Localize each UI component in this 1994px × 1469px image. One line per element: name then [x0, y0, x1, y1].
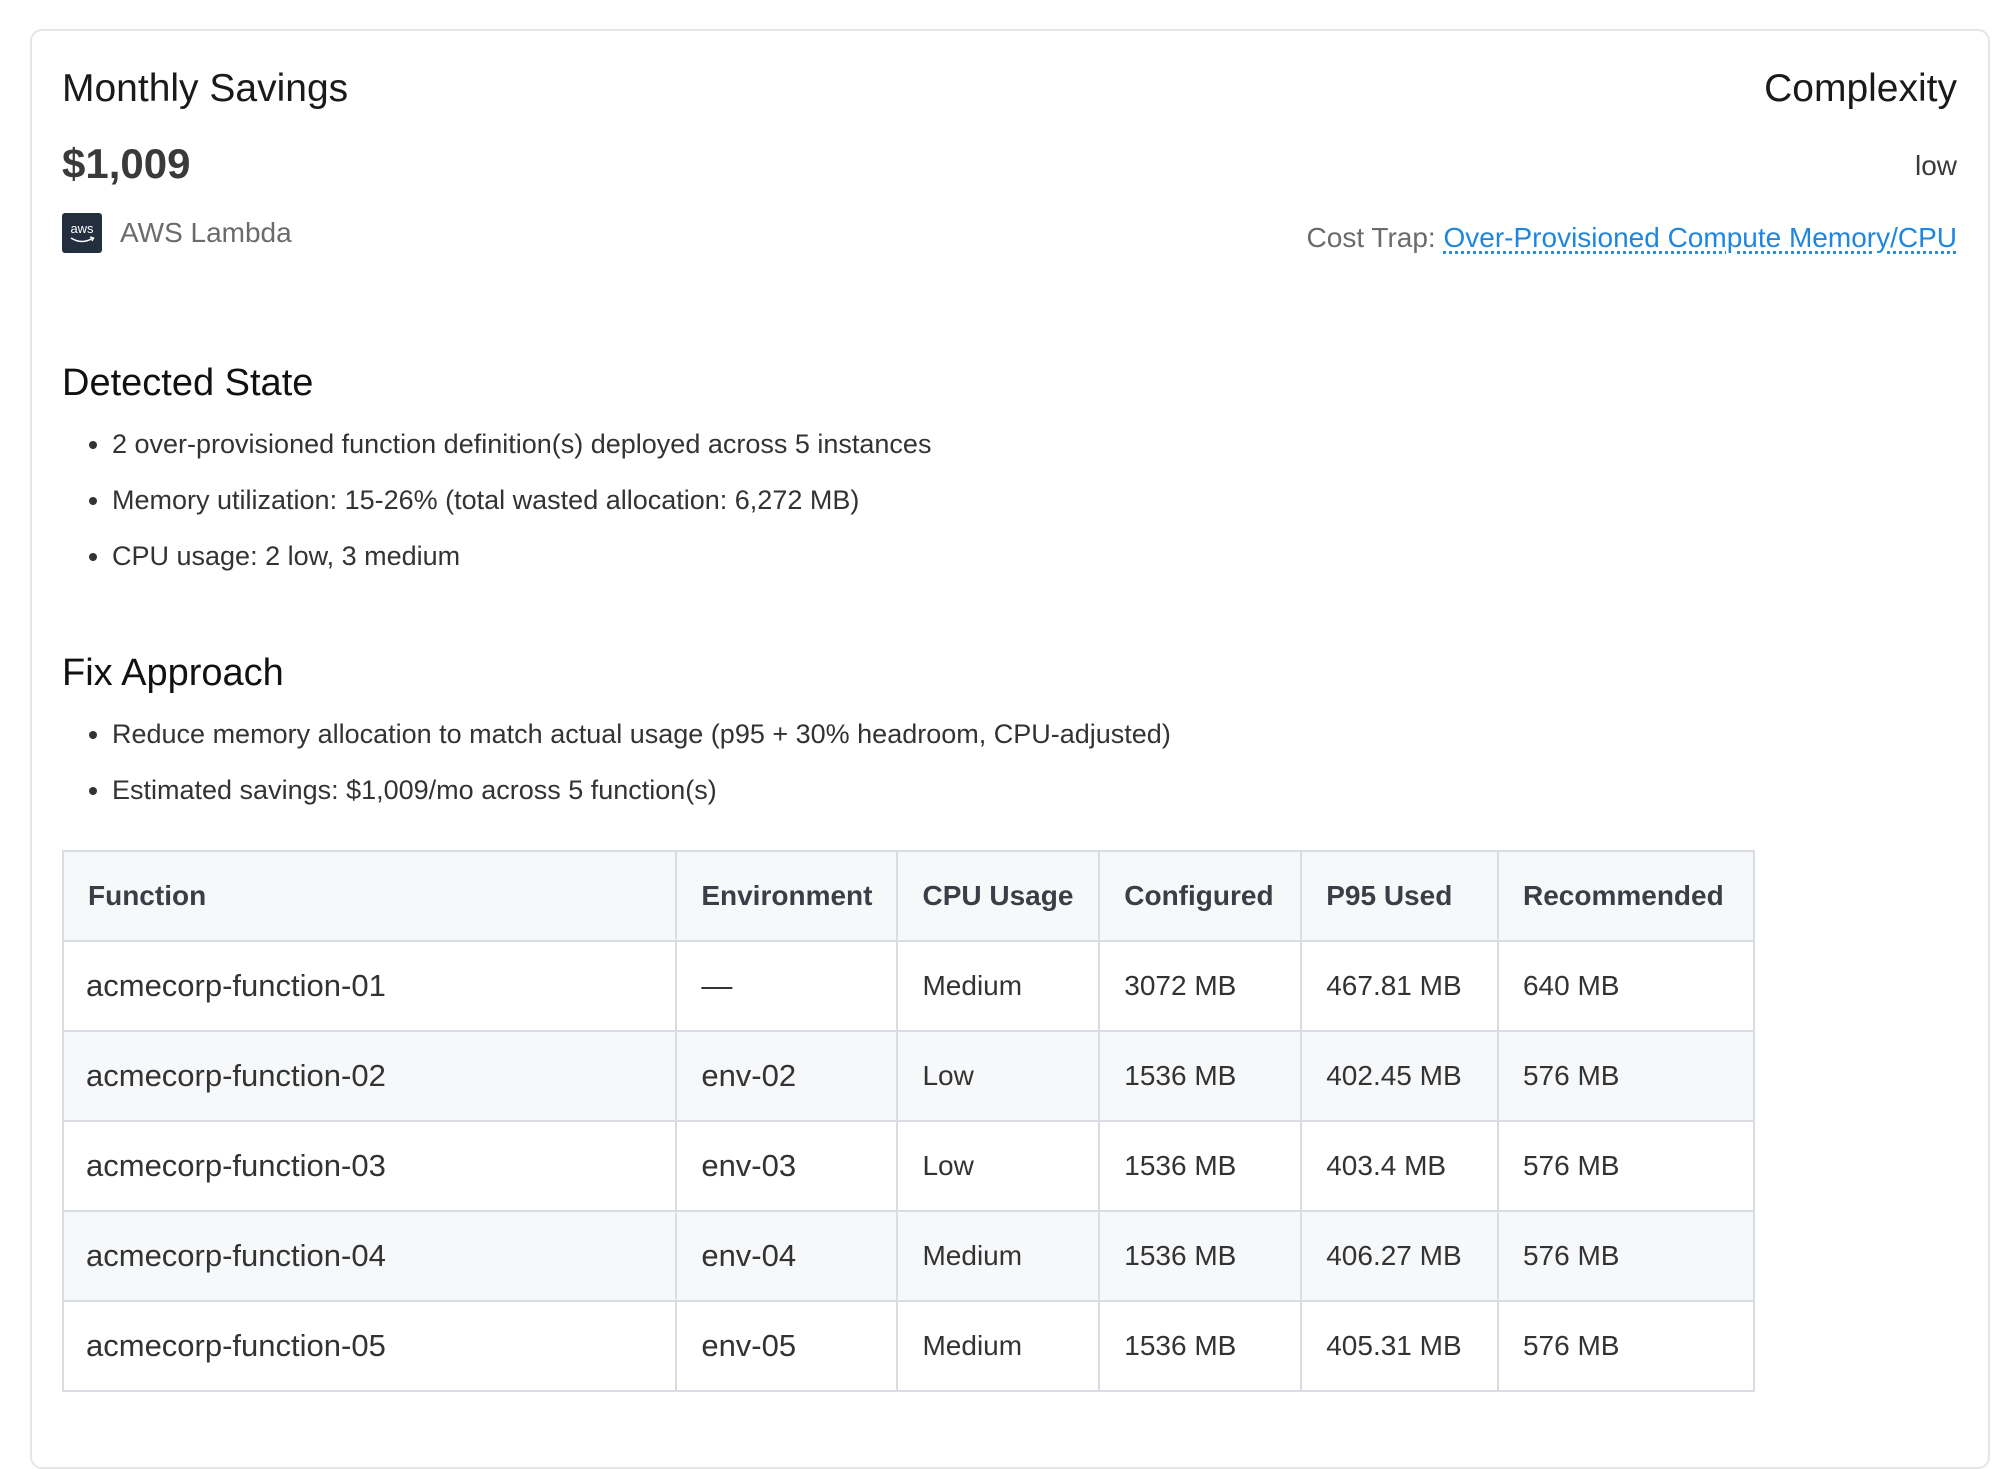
table-row: acmecorp-function-03 env-03 Low 1536 MB … [61, 1120, 1756, 1212]
column-header-function: Function [61, 850, 678, 942]
configured-cell: 1536 MB [1098, 1120, 1303, 1212]
list-item: Memory utilization: 15-26% (total wasted… [112, 472, 931, 528]
table-row: acmecorp-function-05 env-05 Medium 1536 … [61, 1300, 1756, 1392]
table-header-row: Function Environment CPU Usage Configure… [61, 850, 1756, 942]
p95-used-cell: 402.45 MB [1300, 1030, 1499, 1122]
list-item: Reduce memory allocation to match actual… [112, 706, 1171, 762]
p95-used-cell: 406.27 MB [1300, 1210, 1499, 1302]
list-item: Estimated savings: $1,009/mo across 5 fu… [112, 762, 1171, 818]
provider-name: AWS Lambda [120, 217, 292, 248]
function-cell: acmecorp-function-04 [61, 1210, 678, 1302]
configured-cell: 1536 MB [1098, 1210, 1303, 1302]
recommended-cell: 576 MB [1496, 1300, 1756, 1392]
fix-approach-list: Reduce memory allocation to match actual… [62, 706, 1171, 818]
p95-used-cell: 403.4 MB [1300, 1120, 1499, 1212]
cpu-usage-cell: Low [896, 1030, 1101, 1122]
detected-state-list: 2 over-provisioned function definition(s… [62, 416, 931, 584]
column-header-environment: Environment [675, 850, 899, 942]
cpu-usage-cell: Medium [896, 1210, 1101, 1302]
functions-table: Function Environment CPU Usage Configure… [61, 850, 1756, 1392]
function-cell: acmecorp-function-05 [61, 1300, 678, 1392]
recommended-cell: 576 MB [1496, 1210, 1756, 1302]
recommended-cell: 640 MB [1496, 940, 1756, 1032]
column-header-p95-used: P95 Used [1300, 850, 1499, 942]
complexity-value: low [1914, 150, 1957, 181]
recommended-cell: 576 MB [1496, 1030, 1756, 1122]
fix-approach-title: Fix Approach [62, 652, 284, 694]
table-row: acmecorp-function-04 env-04 Medium 1536 … [61, 1210, 1756, 1302]
table-row: acmecorp-function-01 — Medium 3072 MB 46… [61, 940, 1756, 1032]
recommended-cell: 576 MB [1496, 1120, 1756, 1212]
environment-cell: — [675, 940, 899, 1032]
complexity-title: Complexity [1764, 67, 1957, 110]
environment-cell: env-04 [675, 1210, 899, 1302]
monthly-savings-title: Monthly Savings [62, 67, 349, 110]
aws-logo-icon: aws [62, 213, 102, 253]
column-header-cpu-usage: CPU Usage [896, 850, 1101, 942]
cpu-usage-cell: Medium [896, 940, 1101, 1032]
p95-used-cell: 467.81 MB [1300, 940, 1499, 1032]
monthly-savings-value: $1,009 [62, 140, 191, 187]
configured-cell: 1536 MB [1098, 1300, 1303, 1392]
environment-cell: env-05 [675, 1300, 899, 1392]
function-cell: acmecorp-function-01 [61, 940, 678, 1032]
column-header-recommended: Recommended [1496, 850, 1756, 942]
configured-cell: 1536 MB [1098, 1030, 1303, 1122]
column-header-configured: Configured [1098, 850, 1303, 942]
list-item: CPU usage: 2 low, 3 medium [112, 528, 931, 584]
cost-trap-link[interactable]: Over-Provisioned Compute Memory/CPU [1444, 222, 1958, 253]
aws-smile-icon [70, 235, 95, 242]
cost-trap: Cost Trap: Over-Provisioned Compute Memo… [1307, 222, 1957, 254]
table-row: acmecorp-function-02 env-02 Low 1536 MB … [61, 1030, 1756, 1122]
provider: aws AWS Lambda [62, 213, 292, 253]
cost-trap-label: Cost Trap: [1306, 222, 1436, 253]
detected-state-title: Detected State [62, 362, 314, 404]
environment-cell: env-02 [675, 1030, 899, 1122]
configured-cell: 3072 MB [1098, 940, 1303, 1032]
cpu-usage-cell: Medium [896, 1300, 1101, 1392]
function-cell: acmecorp-function-02 [61, 1030, 678, 1122]
p95-used-cell: 405.31 MB [1300, 1300, 1499, 1392]
environment-cell: env-03 [675, 1120, 899, 1212]
cpu-usage-cell: Low [896, 1120, 1101, 1212]
list-item: 2 over-provisioned function definition(s… [112, 416, 931, 472]
aws-logo-text: aws [70, 220, 94, 236]
function-cell: acmecorp-function-03 [61, 1120, 678, 1212]
